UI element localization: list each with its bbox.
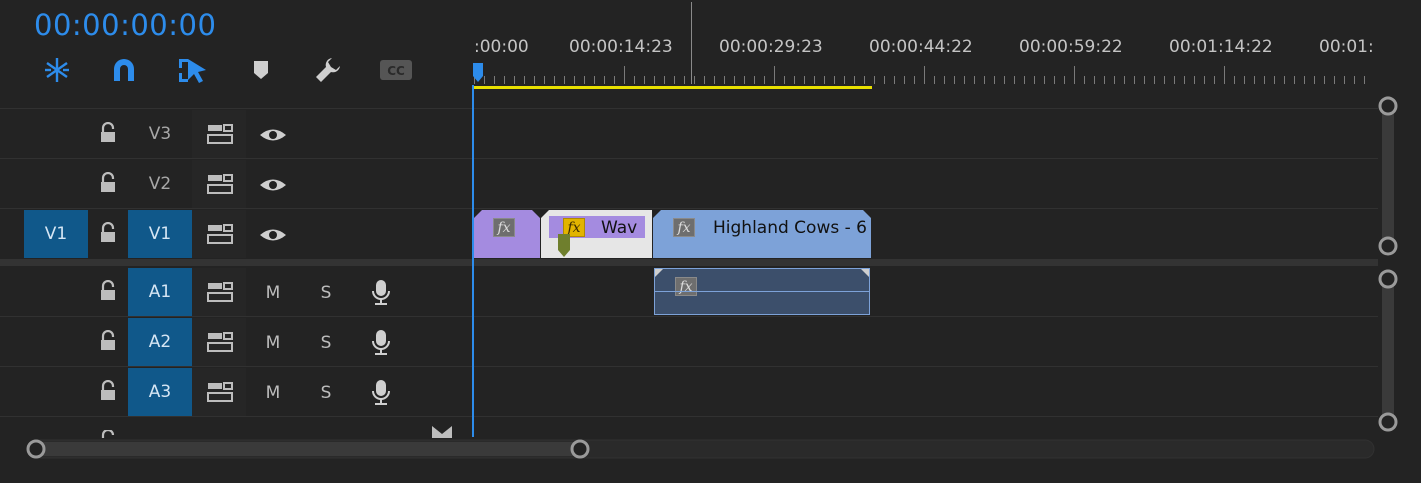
- track-header-a3[interactable]: A3 M S: [0, 368, 470, 416]
- clip-end-corner-icon: [861, 269, 869, 277]
- ruler-label: 00:00:14:23: [569, 37, 673, 57]
- horizontal-zoom-scrollbar[interactable]: [26, 439, 1376, 459]
- keyframe-marker-icon[interactable]: [556, 234, 572, 258]
- playhead-timecode[interactable]: 00:00:00:00: [34, 8, 216, 42]
- playhead-line[interactable]: [472, 85, 474, 437]
- clip-label: Highland Cows - 6: [713, 218, 867, 238]
- video-clip-1[interactable]: fx: [474, 210, 540, 258]
- collapse-track-icon[interactable]: [430, 424, 454, 438]
- clip-label: Wav: [601, 218, 638, 238]
- mute-button[interactable]: M: [261, 381, 285, 405]
- fx-badge[interactable]: fx: [493, 218, 515, 237]
- video-audio-divider[interactable]: [0, 259, 1378, 266]
- sync-lock-icon[interactable]: [206, 381, 234, 403]
- row-separator: [0, 208, 1378, 209]
- snap-magnet-icon[interactable]: [107, 54, 141, 86]
- track-name[interactable]: V2: [128, 160, 192, 208]
- video-clip-wav[interactable]: fx Wav: [541, 210, 652, 258]
- track-name[interactable]: V3: [128, 110, 192, 158]
- ruler-label: 00:00:59:22: [1019, 37, 1123, 57]
- solo-button[interactable]: S: [314, 381, 338, 405]
- ruler-ticks: [474, 66, 1365, 84]
- row-separator: [0, 366, 1378, 367]
- voiceover-mic-icon[interactable]: [370, 278, 392, 306]
- video-clip-highland-cows[interactable]: fx Highland Cows - 6: [653, 210, 871, 258]
- sync-lock-icon[interactable]: [206, 281, 234, 303]
- fx-badge[interactable]: fx: [673, 218, 695, 237]
- ruler-label: 00:01:14:22: [1169, 37, 1273, 57]
- clip-start-corner-icon: [541, 210, 549, 218]
- work-area-bar[interactable]: [474, 86, 872, 89]
- vertical-scrollbar[interactable]: [1378, 96, 1398, 436]
- clip-end-corner-icon: [532, 210, 540, 218]
- sync-lock-icon[interactable]: [206, 223, 234, 245]
- ruler-label: :00:00: [474, 37, 529, 57]
- track-name[interactable]: A2: [128, 318, 192, 366]
- track-header-v3[interactable]: V3: [0, 110, 470, 158]
- sync-lock-icon[interactable]: [206, 331, 234, 353]
- row-separator: [0, 108, 1378, 109]
- voiceover-mic-icon[interactable]: [370, 378, 392, 406]
- track-name[interactable]: V1: [128, 210, 192, 258]
- add-marker-icon[interactable]: [244, 54, 278, 86]
- lock-icon[interactable]: [98, 222, 118, 244]
- lock-icon[interactable]: [98, 172, 118, 194]
- ruler-label: 00:00:44:22: [869, 37, 973, 57]
- solo-button[interactable]: S: [314, 331, 338, 355]
- track-name[interactable]: A1: [128, 268, 192, 316]
- mute-button[interactable]: M: [261, 281, 285, 305]
- fx-badge[interactable]: fx: [675, 277, 697, 296]
- mute-button[interactable]: M: [261, 331, 285, 355]
- volume-rubber-band[interactable]: [655, 291, 869, 292]
- ruler-marker-line: [691, 2, 692, 84]
- row-separator: [0, 158, 1378, 159]
- closed-caption-label: CC: [387, 64, 405, 78]
- clip-end-corner-icon: [863, 210, 871, 218]
- row-separator: [0, 416, 1378, 417]
- lock-icon[interactable]: [98, 330, 118, 352]
- sync-lock-icon[interactable]: [206, 173, 234, 195]
- source-patch-v1[interactable]: V1: [24, 210, 88, 258]
- clip-start-corner-icon: [653, 210, 661, 218]
- ripple-sequence-icon[interactable]: [40, 54, 74, 86]
- voiceover-mic-icon[interactable]: [370, 328, 392, 356]
- lock-icon[interactable]: [98, 430, 118, 438]
- toggle-output-eye-icon[interactable]: [258, 174, 288, 196]
- clip-start-corner-icon: [474, 210, 482, 218]
- lock-icon[interactable]: [98, 380, 118, 402]
- row-separator: [0, 316, 1378, 317]
- sync-lock-icon[interactable]: [206, 123, 234, 145]
- wrench-settings-icon[interactable]: [311, 54, 345, 86]
- track-header-a2[interactable]: A2 M S: [0, 318, 470, 366]
- track-header-v1[interactable]: V1 V1: [0, 210, 470, 258]
- track-name[interactable]: A3: [128, 368, 192, 416]
- ruler-label: 00:01:: [1319, 37, 1374, 57]
- clip-start-corner-icon: [655, 269, 663, 277]
- audio-clip-highland-cows[interactable]: fx: [654, 268, 870, 315]
- linked-selection-icon[interactable]: [175, 54, 209, 86]
- toggle-output-eye-icon[interactable]: [258, 224, 288, 246]
- solo-button[interactable]: S: [314, 281, 338, 305]
- toggle-output-eye-icon[interactable]: [258, 124, 288, 146]
- playhead-handle-icon[interactable]: [472, 62, 484, 84]
- track-header-v2[interactable]: V2: [0, 160, 470, 208]
- closed-caption-icon[interactable]: CC: [379, 54, 413, 86]
- lock-icon[interactable]: [98, 280, 118, 302]
- lock-icon[interactable]: [98, 122, 118, 144]
- track-header-a1[interactable]: A1 M S: [0, 268, 470, 316]
- ruler-label: 00:00:29:23: [719, 37, 823, 57]
